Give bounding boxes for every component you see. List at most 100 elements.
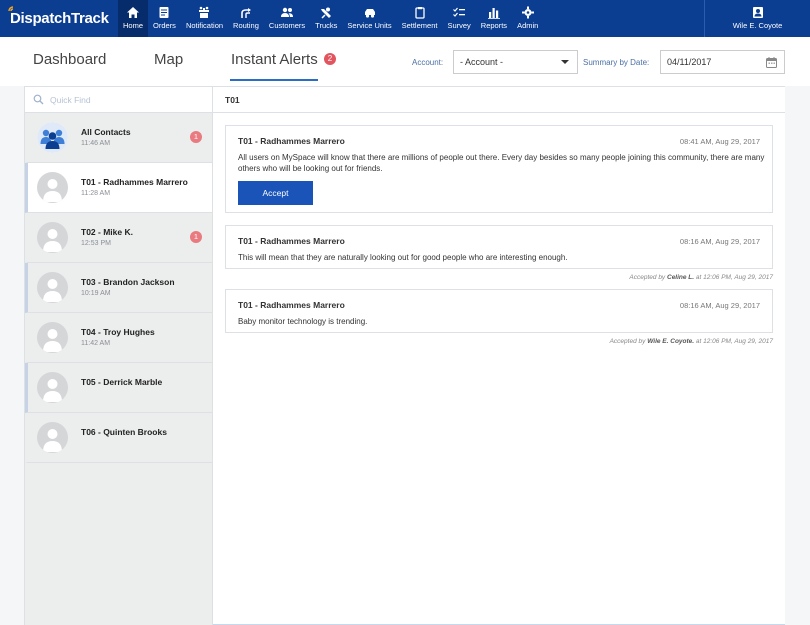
avatar: [37, 322, 68, 353]
avatar: [37, 372, 68, 403]
alert-message: Baby monitor technology is trending.: [238, 317, 368, 326]
alert-title: T01 - Radhammes Marrero: [238, 236, 345, 246]
routing-icon: [241, 8, 251, 18]
contact-name: T02 - Mike K.: [81, 227, 133, 237]
tab-alerts-badge: 2: [324, 53, 336, 65]
date-input[interactable]: 04/11/2017: [660, 50, 785, 74]
contact-t01[interactable]: T01 - Radhammes Marrero 11:28 AM: [25, 163, 212, 213]
nav-customers[interactable]: Customers: [264, 0, 310, 37]
service-units-icon: [364, 9, 375, 18]
main-nav: Home Orders Notification Routing Custome…: [118, 0, 543, 43]
accepted-by-note: Accepted by Wile E. Coyote. at 12:06 PM,…: [609, 338, 773, 345]
conversation-title: T01: [213, 87, 785, 113]
accepted-by-name: Celine L.: [667, 274, 695, 281]
top-nav-bar: DispatchTrack Home Orders Notification R…: [0, 0, 810, 43]
alert-card: T01 - Radhammes Marrero 08:16 AM, Aug 29…: [225, 225, 773, 269]
contact-t02[interactable]: T02 - Mike K. 12:53 PM 1: [25, 213, 212, 263]
signal-icon: [8, 6, 14, 12]
alert-card: T01 - Radhammes Marrero 08:16 AM, Aug 29…: [225, 289, 773, 333]
accepted-by-note: Accepted by Celine L. at 12:06 PM, Aug 2…: [629, 274, 773, 281]
avatar: [37, 272, 68, 303]
date-value: 04/11/2017: [667, 57, 712, 67]
chevron-down-icon: [561, 60, 569, 64]
account-select[interactable]: - Account -: [453, 50, 578, 74]
alert-message: This will mean that they are naturally l…: [238, 253, 568, 262]
contact-time: 10:19 AM: [81, 290, 111, 297]
user-icon: [752, 7, 763, 18]
trucks-icon: [321, 7, 332, 19]
tab-instant-alerts[interactable]: Instant Alerts: [231, 51, 318, 68]
person-icon: [43, 179, 62, 202]
group-avatar: [37, 122, 68, 153]
alert-title: T01 - Radhammes Marrero: [238, 136, 345, 146]
nav-routing[interactable]: Routing: [228, 0, 264, 37]
unread-badge: 1: [190, 231, 202, 243]
tab-map[interactable]: Map: [154, 51, 183, 68]
nav-settlement[interactable]: Settlement: [397, 0, 443, 37]
nav-notification[interactable]: Notification: [181, 0, 228, 37]
contact-name: All Contacts: [81, 127, 131, 137]
contact-name: T06 - Quinten Brooks: [81, 427, 167, 437]
contact-name: T01 - Radhammes Marrero: [81, 177, 188, 187]
quick-find: [25, 87, 212, 113]
nav-trucks[interactable]: Trucks: [310, 0, 342, 37]
home-icon: [127, 7, 139, 18]
search-icon: [33, 94, 44, 105]
contact-time: 11:28 AM: [81, 190, 111, 197]
alerts-panel: All Contacts 11:46 AM 1 T01 - Radhammes …: [24, 86, 785, 625]
nav-home[interactable]: Home: [118, 0, 149, 43]
person-icon: [43, 279, 62, 302]
contact-t05[interactable]: T05 - Derrick Marble: [25, 363, 212, 413]
logo-text: DispatchTrack: [10, 10, 109, 27]
alert-time: 08:16 AM, Aug 29, 2017: [679, 301, 760, 310]
alert-title: T01 - Radhammes Marrero: [238, 300, 345, 310]
unread-badge: 1: [190, 131, 202, 143]
notification-icon: [199, 6, 210, 18]
avatar: [37, 172, 68, 203]
group-icon: [37, 122, 68, 153]
accept-button[interactable]: Accept: [238, 181, 313, 205]
calendar-icon[interactable]: [766, 57, 777, 68]
person-icon: [43, 329, 62, 352]
alert-time: 08:16 AM, Aug 29, 2017: [679, 237, 760, 246]
search-input[interactable]: [50, 94, 200, 105]
contact-time: 11:46 AM: [81, 140, 111, 147]
contact-t04[interactable]: T04 - Troy Hughes 11:42 AM: [25, 313, 212, 363]
person-icon: [43, 229, 62, 252]
nav-service-units[interactable]: Service Units: [342, 0, 396, 37]
account-label: Account:: [412, 58, 444, 67]
gear-icon: [521, 6, 534, 19]
nav-survey[interactable]: Survey: [442, 0, 475, 37]
user-name: Wile E. Coyote: [732, 21, 783, 30]
contacts-sidebar: All Contacts 11:46 AM 1 T01 - Radhammes …: [25, 87, 213, 625]
nav-admin[interactable]: Admin: [512, 0, 543, 37]
avatar: [37, 222, 68, 253]
reports-icon: [487, 8, 500, 19]
nav-orders[interactable]: Orders: [148, 0, 181, 37]
contact-time: 12:53 PM: [81, 240, 111, 247]
contact-t06[interactable]: T06 - Quinten Brooks: [25, 413, 212, 463]
contact-name: T05 - Derrick Marble: [81, 377, 163, 387]
user-menu[interactable]: Wile E. Coyote: [704, 0, 810, 37]
alerts-content: T01 T01 - Radhammes Marrero 08:41 AM, Au…: [213, 87, 785, 625]
contact-t03[interactable]: T03 - Brandon Jackson 10:19 AM: [25, 263, 212, 313]
active-tab-indicator: [230, 79, 318, 81]
contact-name: T04 - Troy Hughes: [81, 327, 155, 337]
customers-icon: [281, 7, 294, 17]
contact-all-contacts[interactable]: All Contacts 11:46 AM 1: [25, 113, 212, 163]
person-icon: [43, 429, 62, 452]
person-icon: [43, 379, 62, 402]
logo[interactable]: DispatchTrack: [8, 5, 109, 32]
avatar: [37, 422, 68, 453]
contact-name: T03 - Brandon Jackson: [81, 277, 175, 287]
account-select-value: - Account -: [460, 57, 504, 67]
alert-message: All users on MySpace will know that ther…: [238, 153, 765, 173]
alert-time: 08:41 AM, Aug 29, 2017: [679, 137, 760, 146]
nav-reports[interactable]: Reports: [476, 0, 512, 37]
orders-icon: [159, 7, 169, 18]
date-label: Summary by Date:: [583, 58, 650, 67]
survey-icon: [453, 7, 466, 17]
settlement-icon: [414, 7, 425, 19]
tab-dashboard[interactable]: Dashboard: [33, 51, 106, 68]
accepted-by-name: Wile E. Coyote.: [647, 338, 695, 345]
